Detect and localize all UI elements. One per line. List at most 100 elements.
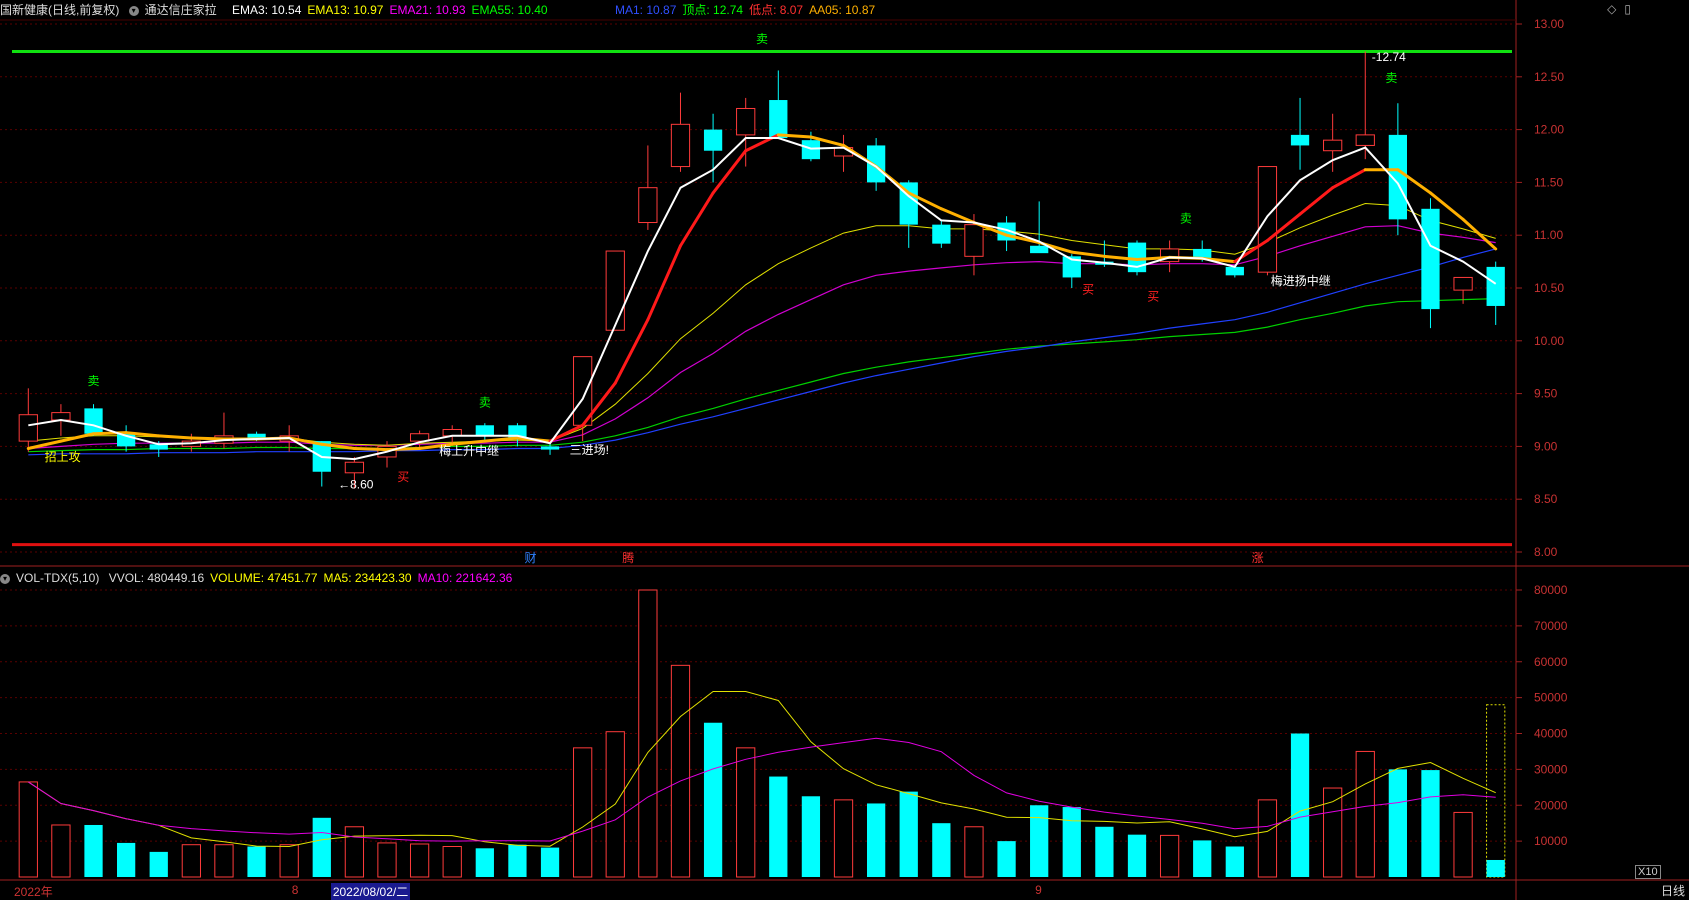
volume-bar (1257, 799, 1278, 878)
x-axis-label: 2022/08/02/二 (330, 883, 411, 900)
volume-bar (1486, 859, 1505, 877)
volume-bar (1453, 811, 1473, 878)
x-axis-label: 2022年 (14, 885, 53, 899)
candle (1290, 134, 1310, 146)
timeframe-label[interactable]: 日线 (1661, 882, 1685, 899)
aa05-segment (1298, 186, 1335, 216)
candle (670, 123, 691, 168)
volume-bar (475, 848, 494, 877)
chart-annotation: 梅进扬中继 (1271, 273, 1331, 288)
candle (801, 140, 821, 160)
aa05-segment (678, 191, 715, 248)
aa05-segment (157, 434, 193, 440)
volume-bar (181, 844, 201, 878)
chart-annotation: 卖 (1385, 71, 1397, 85)
chart-annotation: 卖 (1180, 212, 1192, 226)
chart-annotation: 买 (1082, 282, 1094, 296)
x-axis-label: 9 (1035, 883, 1042, 897)
volume-bar (1225, 846, 1244, 877)
price-tick-label: 12.50 (1534, 70, 1564, 84)
volume-bar (867, 803, 886, 877)
price-tick-label: 9.00 (1534, 439, 1558, 453)
price-tick-label: 10.50 (1534, 281, 1564, 295)
aa05-segment (1461, 217, 1498, 251)
volume-tick-label: 70000 (1534, 619, 1568, 633)
x-axis-label: 8 (291, 883, 299, 897)
candle (1323, 139, 1343, 152)
volume-bar (1127, 834, 1147, 877)
volume-bar (703, 722, 723, 877)
volume-bar (769, 776, 788, 877)
volume-bar (247, 846, 266, 877)
chart-annotation: 买 (397, 470, 409, 484)
volume-bar (1095, 826, 1114, 877)
volume-bar (312, 817, 331, 877)
price-tick-label: 11.50 (1534, 175, 1563, 189)
aa05-segment (352, 447, 389, 452)
volume-bar (508, 844, 527, 877)
volume-bar (1159, 834, 1180, 878)
candle (540, 446, 560, 450)
volume-bar (442, 846, 462, 878)
volume-bar (1388, 769, 1407, 877)
candle (1486, 266, 1505, 306)
price-tick-label: 13.00 (1534, 17, 1564, 31)
volume-bar (736, 747, 756, 878)
candle (703, 129, 723, 151)
event-tag: 腾 (622, 550, 634, 565)
volume-bar (84, 824, 103, 877)
chart-annotation: 卖 (479, 395, 491, 409)
volume-bar (149, 851, 168, 877)
volume-tick-label: 30000 (1534, 762, 1568, 776)
volume-bar (964, 826, 984, 878)
chart-annotation: 买 (1147, 290, 1159, 304)
volume-bar (638, 589, 658, 878)
volume-tick-label: 80000 (1534, 583, 1568, 597)
candle (1421, 208, 1440, 310)
price-tick-label: 8.00 (1534, 545, 1558, 559)
volume-bar (1355, 750, 1375, 878)
price-tick-label: 9.50 (1534, 387, 1558, 401)
volume-bar (279, 844, 299, 878)
candle (1225, 266, 1244, 276)
candlestick-chart[interactable]: 13.00 12.50 12.00 11.50 11.00 10.50 10.00 9.50 9… (0, 0, 1689, 900)
candle (1453, 276, 1473, 291)
volume-bar (540, 847, 560, 877)
price-tick-label: 10.00 (1534, 334, 1564, 348)
volume-bar (117, 842, 136, 877)
chart-annotation: 梅上升中继 (439, 443, 499, 458)
volume-bar (1421, 770, 1440, 877)
volume-tick-label: 20000 (1534, 798, 1568, 812)
volume-bar (51, 824, 71, 878)
volume-bar (801, 796, 821, 877)
chart-annotation: -12.74 (1372, 50, 1406, 64)
chart-annotation: ←8.60 (338, 478, 374, 492)
volume-bar (899, 791, 918, 877)
candle (344, 461, 365, 474)
candle (84, 408, 103, 434)
event-tag: 涨 (1252, 550, 1264, 565)
aa05-segment (1070, 250, 1106, 258)
candle (932, 224, 951, 244)
aa05-segment (646, 244, 682, 322)
volume-bar (409, 843, 430, 878)
candle (638, 187, 658, 224)
volume-tick-label: 60000 (1534, 655, 1568, 669)
chart-annotation: 三进场! (570, 443, 609, 457)
projected-volume (1486, 704, 1506, 878)
candle (475, 425, 494, 436)
aa05-segment (189, 436, 226, 441)
event-tag: 财 (524, 551, 536, 565)
price-tick-label: 11.00 (1534, 228, 1563, 242)
zoom-badge[interactable]: X10 (1635, 865, 1661, 879)
candle (1257, 166, 1278, 273)
volume-bar (377, 842, 397, 878)
volume-bar (344, 826, 365, 878)
volume-bar (1290, 733, 1310, 877)
aa05-segment (776, 133, 813, 139)
volume-bar (573, 747, 593, 878)
aa05-segment (1331, 168, 1367, 190)
candle (964, 224, 984, 257)
candle (1030, 245, 1049, 254)
candle (736, 107, 756, 136)
